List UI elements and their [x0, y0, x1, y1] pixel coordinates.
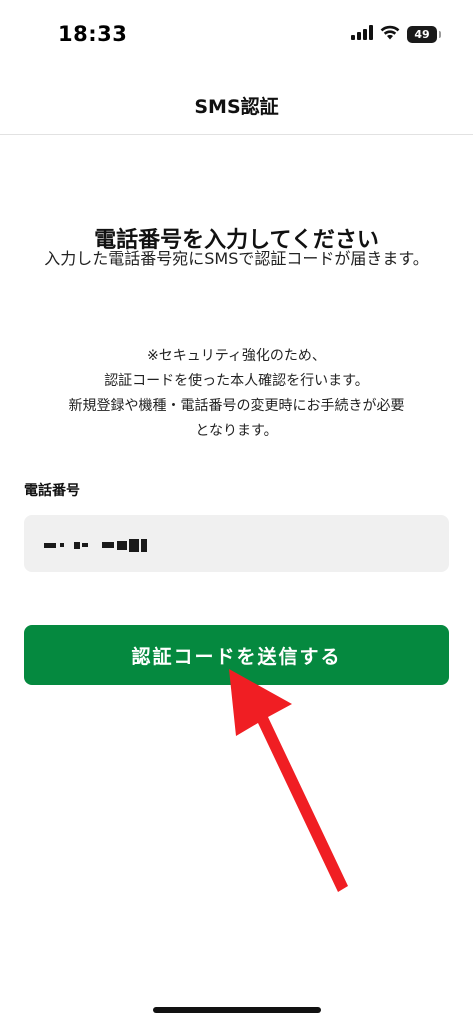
phone-number-label: 電話番号	[24, 483, 80, 499]
status-time: 18:33	[58, 22, 128, 46]
redacted-phone-number	[44, 538, 147, 552]
sms-auth-screen: 18:33 49 SMS認証 電話番号を入力してください 入力した電話番号宛にS…	[0, 0, 473, 1024]
page-title: SMS認証	[194, 96, 279, 118]
instruction-description: 入力した電話番号宛にSMSで認証コードが届きます。	[44, 249, 429, 268]
send-code-button[interactable]: 認証コードを送信する	[24, 625, 449, 685]
notice-line: となります。	[195, 423, 278, 439]
wifi-icon	[380, 25, 400, 44]
battery-icon: 49	[407, 25, 441, 43]
battery-level: 49	[414, 27, 430, 41]
phone-number-input[interactable]	[24, 515, 449, 572]
home-indicator	[153, 1007, 321, 1013]
status-icons: 49	[351, 24, 441, 44]
status-bar: 18:33 49	[0, 0, 473, 70]
notice-line: ※セキュリティ強化のため、	[147, 348, 326, 364]
annotation-arrow	[229, 669, 348, 892]
notice-line: 認証コードを使った本人確認を行います。	[104, 373, 369, 389]
notice-line: 新規登録や機種・電話番号の変更時にお手続きが必要	[68, 398, 405, 414]
navigation-bar: SMS認証	[0, 70, 473, 135]
security-notice: ※セキュリティ強化のため、 認証コードを使った本人確認を行います。 新規登録や機…	[24, 344, 449, 444]
signal-icon	[351, 24, 373, 44]
